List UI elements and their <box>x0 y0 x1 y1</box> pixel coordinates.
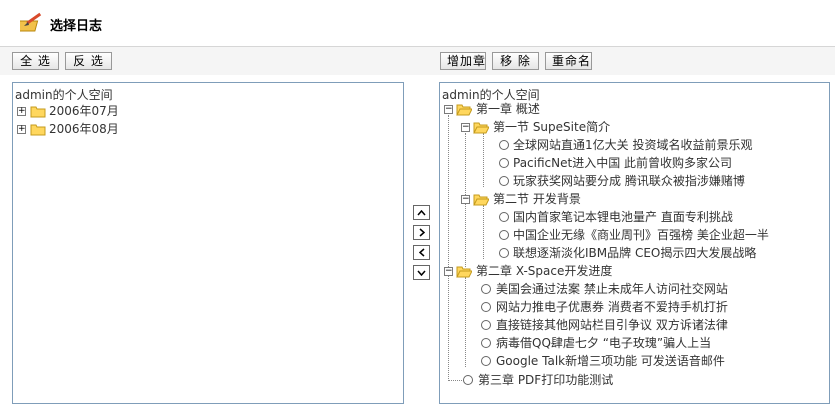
radio-icon[interactable] <box>481 356 491 366</box>
tree-article-label: 中国企业无缘《商业周刊》百强榜 美企业超一半 <box>513 228 769 242</box>
remove-button[interactable]: 移 除 <box>492 52 539 70</box>
folder-icon <box>30 124 46 136</box>
tree-chapter-label: 第一章 概述 <box>476 102 540 116</box>
folder-open-icon <box>456 104 472 116</box>
tree-article-label: 直接链接其他网站栏目引争议 双方诉诸法律 <box>496 318 728 332</box>
source-tree-panel[interactable]: admin的个人空间 + 2006年07月 + 2006年08月 <box>12 82 404 404</box>
radio-icon[interactable] <box>463 375 473 385</box>
radio-icon[interactable] <box>499 176 509 186</box>
tree-article-label: 国内首家笔记本锂电池量产 直面专利挑战 <box>513 210 733 224</box>
dialog-header: 选择日志 <box>0 0 835 47</box>
tree-article-label: Google Talk新增三项功能 可发送语音邮件 <box>496 354 725 368</box>
tree-article-label: PacificNet进入中国 此前曾收购多家公司 <box>513 156 733 170</box>
tree-article-label: 病毒借QQ肆虐七夕 “电子玫瑰”骗人上当 <box>496 336 712 350</box>
tree-item-label: 2006年08月 <box>49 122 119 136</box>
radio-icon[interactable] <box>481 302 491 312</box>
move-left-button[interactable] <box>413 245 430 260</box>
folder-open-icon <box>473 122 489 134</box>
tree-line <box>465 277 466 367</box>
move-up-button[interactable] <box>413 205 430 220</box>
tree-root-label: admin的个人空间 <box>15 88 113 102</box>
arrow-down-icon <box>417 270 426 276</box>
toolbar: 全 选 反 选 增加章 移 除 重命名 <box>0 47 835 75</box>
tree-line <box>483 205 484 259</box>
move-right-button[interactable] <box>413 225 430 240</box>
expand-icon[interactable]: + <box>17 107 26 116</box>
invert-selection-button[interactable]: 反 选 <box>65 52 112 70</box>
rename-button[interactable]: 重命名 <box>545 52 592 70</box>
radio-icon[interactable] <box>499 158 509 168</box>
radio-icon[interactable] <box>481 320 491 330</box>
tree-article-label: 联想逐渐淡化IBM品牌 CEO揭示四大发展战略 <box>513 246 757 260</box>
move-down-button[interactable] <box>413 265 430 280</box>
tree-article-label: 美国会通过法案 禁止未成年人访问社交网站 <box>496 282 728 296</box>
collapse-icon[interactable]: − <box>461 123 470 132</box>
tree-chapter-label: 第三章 PDF打印功能测试 <box>478 373 614 387</box>
pencil-book-icon <box>20 12 42 32</box>
tree-line <box>448 115 449 379</box>
add-chapter-button[interactable]: 增加章 <box>440 52 486 70</box>
radio-icon[interactable] <box>499 230 509 240</box>
collapse-icon[interactable]: − <box>444 267 453 276</box>
arrow-right-icon <box>419 228 425 237</box>
tree-article-label: 全球网站直通1亿大关 投资域名收益前景乐观 <box>513 138 753 152</box>
tree-chapter-label: 第二章 X-Space开发进度 <box>476 264 613 278</box>
dialog-title: 选择日志 <box>50 19 103 34</box>
tree-section-label: 第二节 开发背景 <box>493 192 581 206</box>
target-tree-panel[interactable]: admin的个人空间 − 第一章 概述 − 第一节 SupeSite简介 全球网… <box>439 82 830 404</box>
collapse-icon[interactable]: − <box>461 195 470 204</box>
tree-item-label: 2006年07月 <box>49 104 119 118</box>
folder-open-icon <box>456 266 472 278</box>
folder-open-icon <box>473 194 489 206</box>
select-all-button[interactable]: 全 选 <box>12 52 59 70</box>
arrow-left-icon <box>418 248 424 257</box>
radio-icon[interactable] <box>499 248 509 258</box>
tree-line <box>448 380 462 381</box>
folder-icon <box>30 106 46 118</box>
tree-article-label: 网站力推电子优惠券 消费者不爱持手机打折 <box>496 300 728 314</box>
expand-icon[interactable]: + <box>17 125 26 134</box>
tree-article-label: 玩家获奖网站要分成 腾讯联众被指涉嫌赌博 <box>513 174 745 188</box>
tree-line <box>483 133 484 187</box>
arrow-up-icon <box>417 209 426 215</box>
radio-icon[interactable] <box>481 338 491 348</box>
radio-icon[interactable] <box>499 212 509 222</box>
radio-icon[interactable] <box>499 140 509 150</box>
collapse-icon[interactable]: − <box>444 105 453 114</box>
radio-icon[interactable] <box>481 284 491 294</box>
tree-section-label: 第一节 SupeSite简介 <box>493 120 611 134</box>
